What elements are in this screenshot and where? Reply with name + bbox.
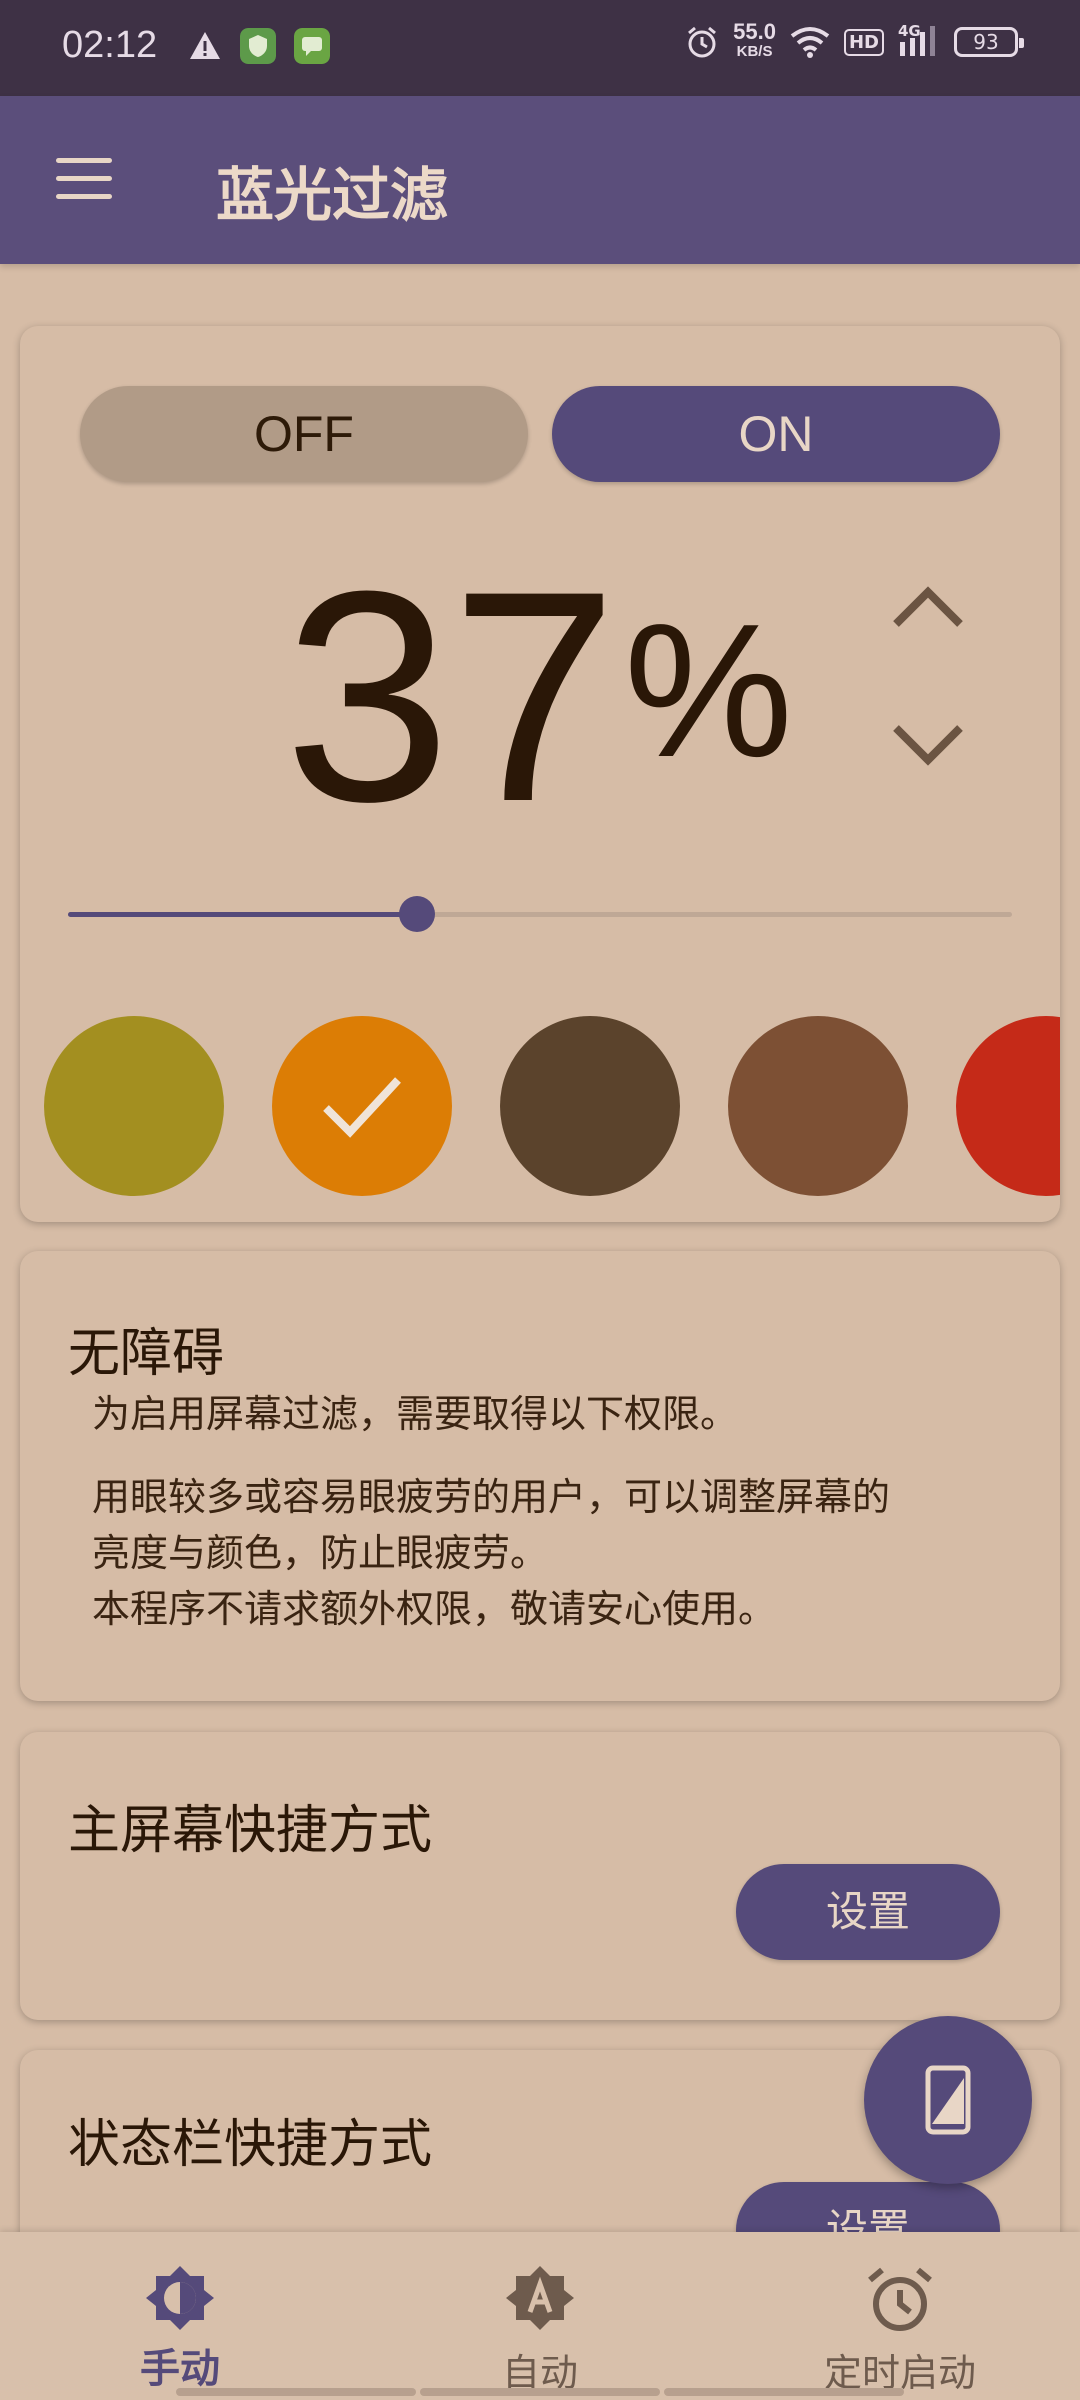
check-icon (323, 1077, 401, 1138)
battery-level: 93 (973, 30, 999, 54)
color-swatch-orange[interactable] (272, 1016, 452, 1196)
nav-item-timer[interactable]: 定时启动 (720, 2232, 1080, 2400)
battery-icon: 93 (954, 27, 1024, 57)
phone-screen-icon (925, 2065, 971, 2135)
intensity-display: 37 % (284, 546, 844, 846)
accessibility-line-1: 用眼较多或容易眼疲劳的用户，可以调整屏幕的 (92, 1475, 891, 1519)
alarm-clock-icon (868, 2267, 932, 2331)
off-button[interactable]: OFF (80, 386, 528, 482)
hd-badge: HD (843, 28, 884, 56)
wifi-icon (790, 27, 830, 58)
accessibility-subtitle: 为启用屏幕过滤，需要取得以下权限。 (92, 1392, 739, 1436)
page-title: 蓝光过滤 (216, 161, 449, 229)
nav-item-manual[interactable]: 手动 (0, 2232, 360, 2400)
nav-label-manual: 手动 (140, 2346, 220, 2392)
color-swatches (20, 1016, 1060, 1196)
nav-indicator-right (664, 2388, 904, 2396)
statusbar-shortcut-title: 状态栏快捷方式 (68, 2115, 433, 2175)
accessibility-card: 无障碍 为启用屏幕过滤，需要取得以下权限。 用眼较多或容易眼疲劳的用户，可以调整… (20, 1251, 1060, 1701)
hamburger-menu-icon[interactable] (56, 158, 112, 202)
percent-sign: % (624, 585, 793, 797)
accessibility-title: 无障碍 (68, 1324, 225, 1384)
chevron-up-icon[interactable] (890, 576, 966, 636)
signal-icon: 4G (898, 22, 940, 58)
color-swatch-dark-brown[interactable] (500, 1016, 680, 1196)
accessibility-description: 用眼较多或容易眼疲劳的用户，可以调整屏幕的 亮度与颜色，防止眼疲劳。 本程序不请… (92, 1469, 1032, 1637)
app-shield-icon (240, 28, 276, 64)
home-shortcut-card: 主屏幕快捷方式 设置 (20, 1732, 1060, 2020)
accessibility-line-2: 亮度与颜色，防止眼疲劳。 (92, 1531, 549, 1575)
warning-icon (190, 32, 220, 59)
intensity-value: 37 (284, 528, 618, 864)
app-message-icon (294, 28, 330, 64)
intensity-slider[interactable] (68, 894, 1012, 934)
color-swatch-brown[interactable] (728, 1016, 908, 1196)
status-bar: 02:12 55.0 KB/S HD 4G 93 (0, 0, 1080, 96)
home-shortcut-title: 主屏幕快捷方式 (68, 1801, 433, 1861)
color-swatch-olive[interactable] (44, 1016, 224, 1196)
bottom-navigation: 手动 自动 定时启动 (0, 2232, 1080, 2400)
nav-item-auto[interactable]: 自动 (360, 2232, 720, 2400)
status-time: 02:12 (62, 24, 158, 66)
brightness-icon (146, 2266, 214, 2330)
alarm-icon (688, 26, 717, 58)
status-system-icons: 55.0 KB/S HD 4G 93 (685, 19, 1024, 62)
accessibility-line-3: 本程序不请求额外权限，敬请安心使用。 (92, 1587, 777, 1631)
net-speed: 55.0 KB/S (733, 19, 776, 62)
color-swatch-red[interactable] (956, 1016, 1060, 1196)
chevron-down-icon[interactable] (890, 716, 966, 776)
net-speed-unit: KB/S (736, 43, 773, 60)
app-bar: 蓝光过滤 (0, 96, 1080, 264)
slider-thumb[interactable] (399, 896, 436, 932)
floating-action-button[interactable] (864, 2016, 1032, 2184)
nav-indicator-center (420, 2388, 660, 2396)
nav-indicator-left (176, 2388, 416, 2396)
status-notification-icons (188, 28, 330, 64)
net-speed-value: 55.0 (733, 19, 776, 44)
home-shortcut-settings-button[interactable]: 设置 (736, 1864, 1000, 1960)
slider-fill (68, 912, 418, 917)
auto-brightness-icon (506, 2266, 574, 2330)
on-button[interactable]: ON (552, 386, 1000, 482)
filter-control-card: OFF ON 37 % (20, 326, 1060, 1222)
